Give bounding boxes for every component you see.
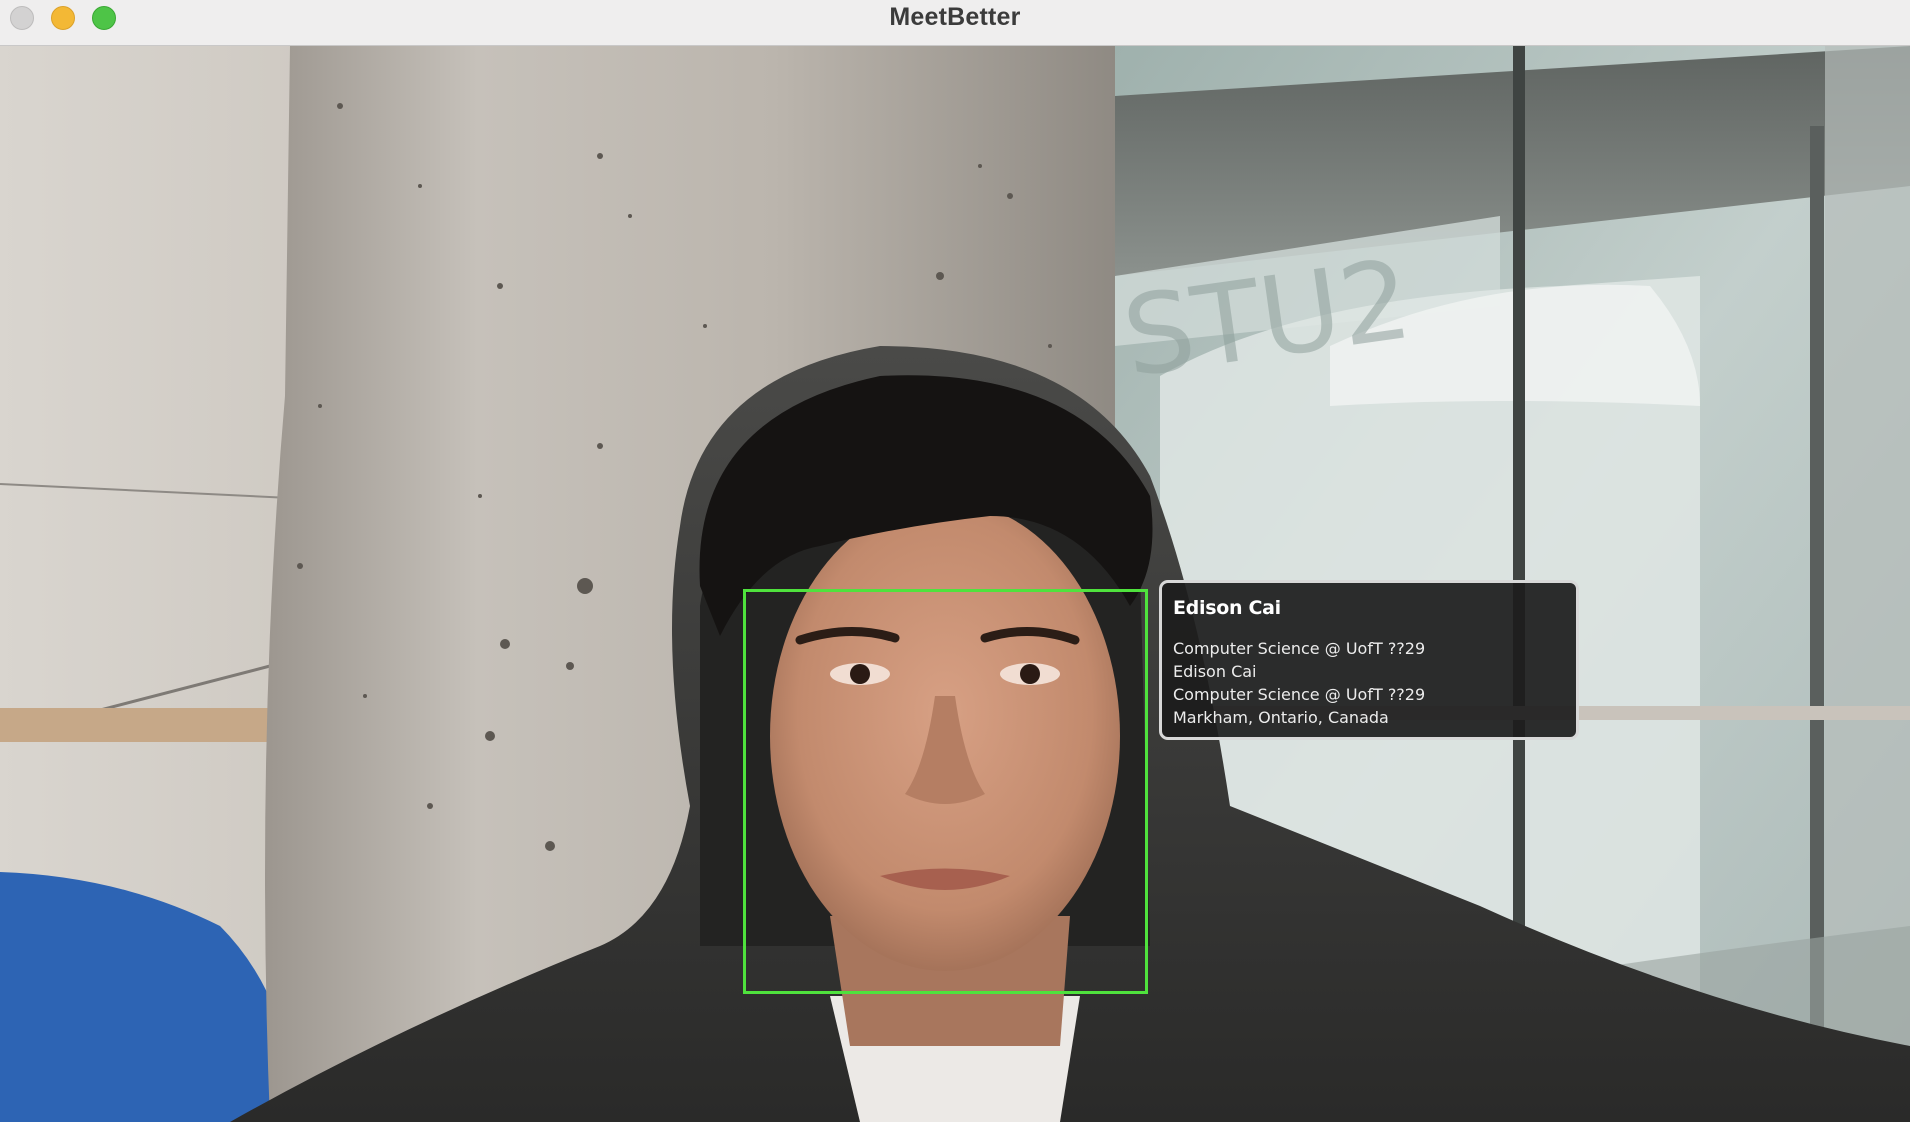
person-name: Edison Cai: [1173, 597, 1281, 619]
title-bar: MeetBetter: [0, 0, 1910, 46]
person-detail-line: Edison Cai: [1173, 662, 1257, 681]
window-title: MeetBetter: [889, 3, 1021, 31]
person-detail-line: Computer Science @ UofT ??29: [1173, 685, 1426, 704]
person-info-card: Edison Cai Computer Science @ UofT ??29 …: [1159, 580, 1579, 740]
person-detail-line: Computer Science @ UofT ??29: [1173, 639, 1426, 658]
camera-feed: STU2 Edison Cai Computer Science @ UofT …: [0, 46, 1910, 1122]
person-detail-line: Markham, Ontario, Canada: [1173, 708, 1389, 727]
face-detection-box: [743, 589, 1148, 994]
person-details: Computer Science @ UofT ??29 Edison Cai …: [1173, 637, 1425, 729]
app-window: MeetBetter STU2 Edison Cai Computer Scie…: [0, 0, 1910, 1122]
